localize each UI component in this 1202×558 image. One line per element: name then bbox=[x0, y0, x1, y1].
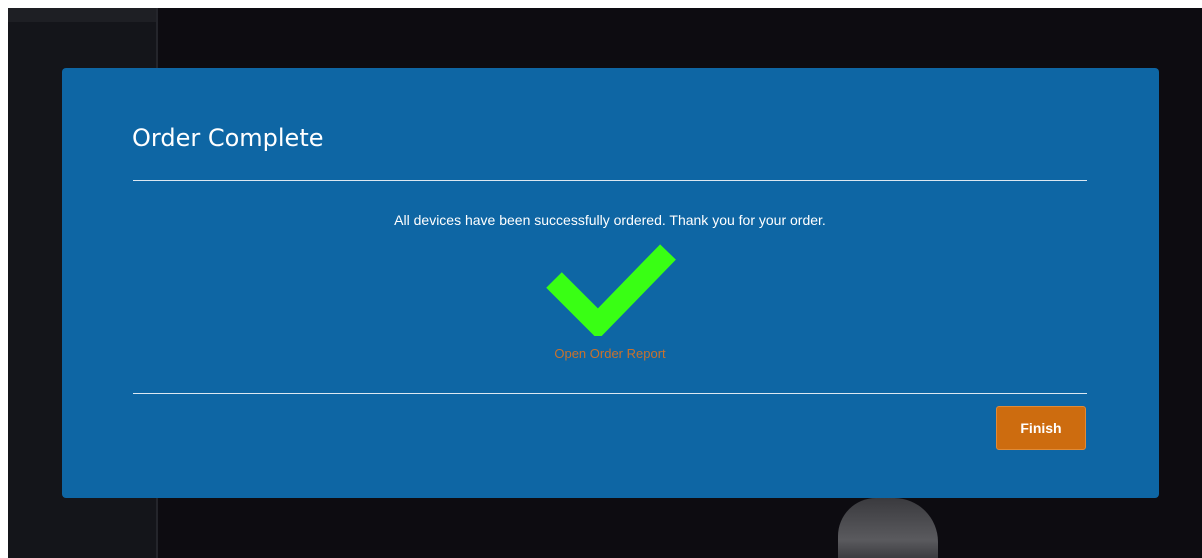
success-message: All devices have been successfully order… bbox=[394, 212, 826, 228]
report-link-row: Open Order Report bbox=[133, 346, 1087, 361]
header-divider bbox=[133, 180, 1087, 181]
order-complete-dialog: Order Complete All devices have been suc… bbox=[62, 68, 1159, 498]
finish-button[interactable]: Finish bbox=[996, 406, 1086, 450]
background-figure bbox=[838, 498, 938, 558]
side-panel-header bbox=[8, 8, 156, 22]
dialog-title: Order Complete bbox=[132, 124, 324, 152]
footer-divider bbox=[133, 393, 1087, 394]
open-order-report-link[interactable]: Open Order Report bbox=[554, 346, 665, 361]
check-mark-icon bbox=[546, 244, 676, 336]
